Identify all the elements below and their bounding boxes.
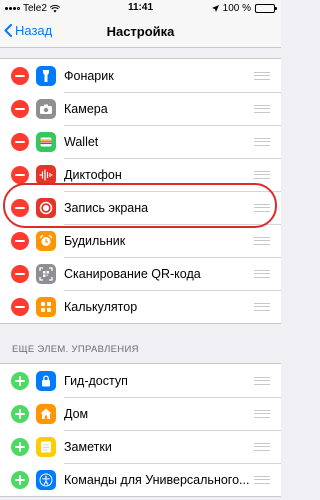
camera-icon	[36, 98, 56, 119]
control-label: Команды для Универсального...	[64, 472, 250, 487]
control-row[interactable]: Фонарик	[0, 59, 281, 92]
alarm-icon	[36, 230, 56, 251]
add-icon[interactable]	[11, 404, 29, 423]
reorder-handle-icon[interactable]	[254, 409, 270, 418]
control-label: Диктофон	[64, 167, 122, 182]
reorder-handle-icon[interactable]	[254, 104, 270, 113]
reorder-handle-icon[interactable]	[254, 236, 270, 245]
page-title: Настройка	[106, 24, 175, 39]
reorder-handle-icon[interactable]	[254, 137, 270, 146]
more-controls-header: ЕЩЕ ЭЛЕМ. УПРАВЛЕНИЯ	[12, 344, 139, 355]
reorder-handle-icon[interactable]	[254, 442, 270, 451]
reorder-handle-icon[interactable]	[254, 71, 270, 80]
control-label: Сканирование QR-кода	[64, 266, 201, 281]
navigation-bar: Назад Настройка	[0, 16, 281, 48]
calculator-icon	[36, 296, 56, 317]
control-row[interactable]: Гид-доступ	[0, 364, 281, 397]
reorder-handle-icon[interactable]	[254, 269, 270, 278]
control-label: Калькулятор	[64, 299, 138, 314]
control-label: Wallet	[64, 134, 99, 149]
remove-icon[interactable]	[11, 231, 29, 250]
control-label: Заметки	[64, 439, 112, 454]
accessibility-icon	[36, 469, 56, 490]
remove-icon[interactable]	[11, 297, 29, 316]
control-row[interactable]: Дом	[0, 397, 281, 430]
control-row[interactable]: Заметки	[0, 430, 281, 463]
control-label: Будильник	[64, 233, 126, 248]
notes-icon	[36, 436, 56, 457]
reorder-handle-icon[interactable]	[254, 475, 270, 484]
add-icon[interactable]	[11, 371, 29, 390]
battery-percent: 100 %	[222, 3, 251, 14]
more-controls-list: Гид-доступ Дом Заметки Команды для Универса…	[0, 363, 281, 497]
guided-access-icon	[36, 370, 56, 391]
control-row[interactable]: Будильник	[0, 224, 281, 257]
voice-memo-icon	[36, 164, 56, 185]
control-row[interactable]: Команды для Универсального...	[0, 463, 281, 496]
status-right: 100 %	[211, 3, 277, 14]
location-icon	[211, 5, 219, 12]
status-bar: Tele2 11:41 100 %	[0, 0, 281, 16]
remove-icon[interactable]	[11, 66, 29, 85]
wallet-icon	[36, 131, 56, 152]
battery-icon	[255, 4, 277, 13]
remove-icon[interactable]	[11, 99, 29, 118]
control-row[interactable]: Сканирование QR-кода	[0, 257, 281, 290]
remove-icon[interactable]	[11, 165, 29, 184]
reorder-handle-icon[interactable]	[254, 302, 270, 311]
control-row[interactable]: Wallet	[0, 125, 281, 158]
remove-icon[interactable]	[11, 264, 29, 283]
screen-record-highlight	[3, 183, 277, 228]
control-label: Камера	[64, 101, 108, 116]
control-row[interactable]: Камера	[0, 92, 281, 125]
control-label: Фонарик	[64, 68, 114, 83]
add-icon[interactable]	[11, 437, 29, 456]
control-label: Гид-доступ	[64, 373, 128, 388]
home-icon	[36, 403, 56, 424]
reorder-handle-icon[interactable]	[254, 170, 270, 179]
remove-icon[interactable]	[11, 132, 29, 151]
control-label: Дом	[64, 406, 89, 421]
add-icon[interactable]	[11, 470, 29, 489]
control-row[interactable]: Калькулятор	[0, 290, 281, 323]
reorder-handle-icon[interactable]	[254, 376, 270, 385]
flashlight-icon	[36, 65, 56, 86]
qr-scanner-icon	[36, 263, 56, 284]
